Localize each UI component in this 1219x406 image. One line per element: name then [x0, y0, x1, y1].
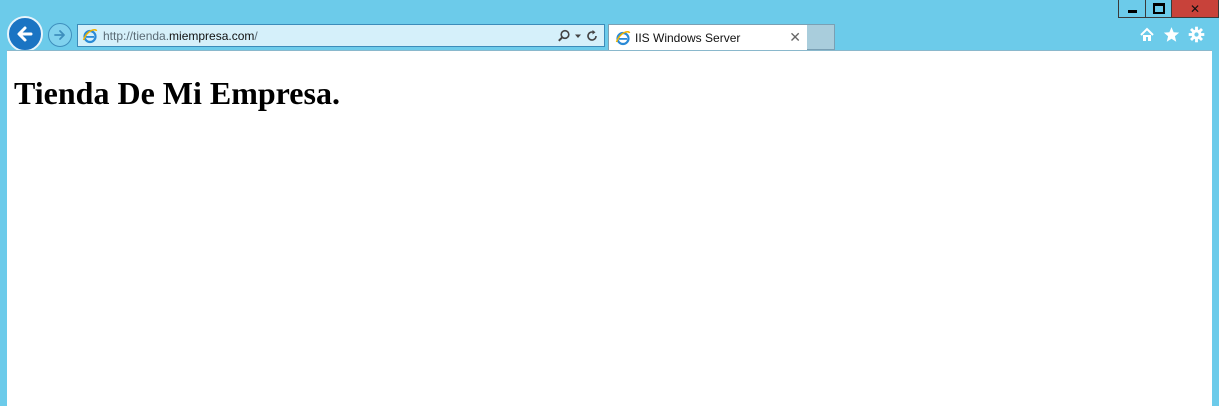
page-content: Tienda De Mi Empresa.	[7, 50, 1212, 406]
forward-arrow-icon	[54, 30, 65, 40]
maximize-icon	[1152, 3, 1165, 14]
dropdown-icon[interactable]	[574, 32, 582, 40]
minimize-icon	[1127, 10, 1137, 13]
tab-favicon-icon	[615, 30, 631, 46]
command-icons	[1139, 26, 1205, 43]
new-tab-button[interactable]	[807, 24, 835, 50]
back-button[interactable]	[7, 16, 43, 52]
tab-title: IIS Windows Server	[635, 31, 741, 45]
forward-button[interactable]	[48, 23, 72, 47]
page-heading: Tienda De Mi Empresa.	[14, 75, 340, 111]
star-icon[interactable]	[1163, 26, 1180, 43]
minimize-button[interactable]	[1118, 0, 1145, 18]
back-arrow-icon	[17, 26, 33, 42]
gear-icon[interactable]	[1188, 26, 1205, 43]
tab-close-icon[interactable]: ✕	[789, 30, 801, 46]
ie-logo-icon	[82, 28, 98, 43]
tab-iis-windows-server[interactable]: IIS Windows Server ✕	[608, 24, 808, 51]
url-text[interactable]: http://tienda.miempresa.com/	[103, 29, 258, 43]
home-icon[interactable]	[1139, 27, 1155, 43]
close-icon: ✕	[1189, 1, 1201, 16]
maximize-button[interactable]	[1145, 0, 1172, 18]
close-window-button[interactable]: ✕	[1172, 0, 1219, 18]
refresh-icon[interactable]	[585, 29, 599, 43]
window-controls: ✕	[1118, 0, 1219, 19]
search-icon[interactable]	[557, 29, 571, 43]
address-bar[interactable]: http://tienda.miempresa.com/	[77, 24, 605, 47]
